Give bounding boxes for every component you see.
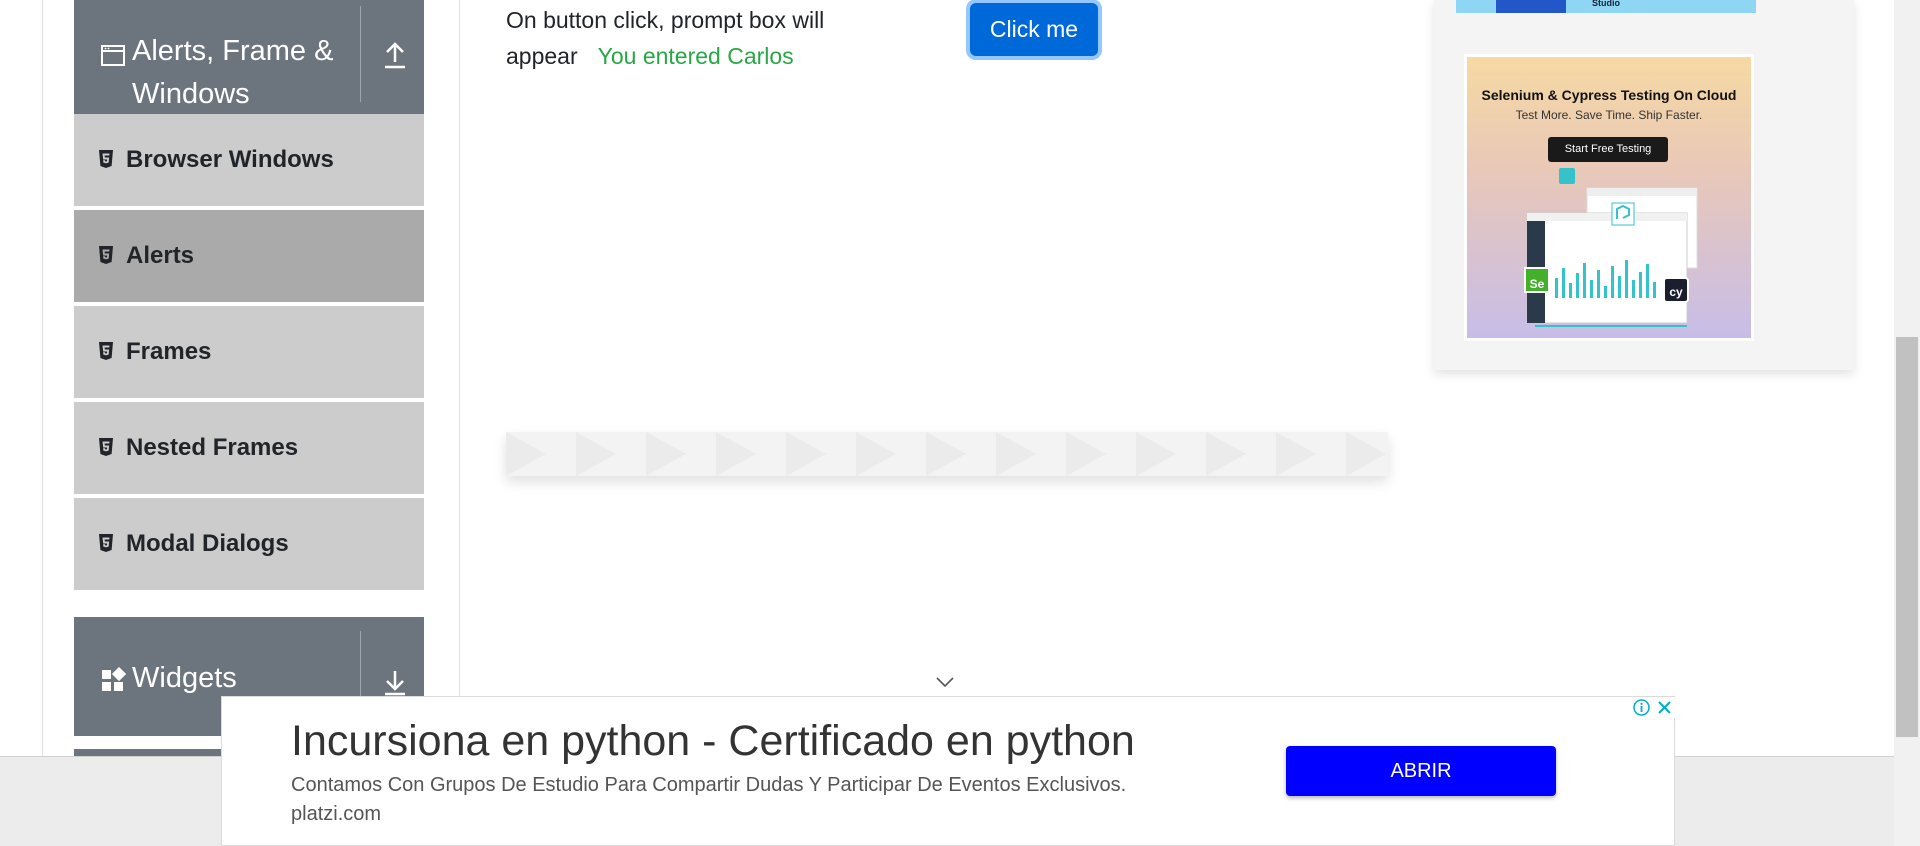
page: Alerts, Frame & Windows Browser Windows … [0, 0, 1920, 846]
right-ad-banner[interactable]: Selenium & Cypress Testing On Cloud Test… [1464, 54, 1754, 341]
ad-cta-button[interactable]: Start Free Testing [1548, 137, 1668, 162]
sidebar-item-nested-frames[interactable]: Nested Frames [74, 402, 424, 496]
cypress-badge-label: cy [1669, 285, 1683, 299]
selenium-badge: Se [1524, 267, 1550, 293]
right-ad-top-banner[interactable]: Studio [1456, 0, 1756, 13]
triangle-pattern [506, 432, 1386, 476]
ad-close-icon[interactable] [1654, 697, 1675, 718]
prompt-description: On button click, prompt box will appear Y… [506, 2, 886, 74]
sidebar-item-label: Frames [126, 338, 212, 365]
sidebar-item-label: Modal Dialogs [126, 530, 289, 557]
sidebar-item-browser-windows[interactable]: Browser Windows [74, 114, 424, 208]
html5-icon [99, 342, 113, 360]
ad-domain[interactable]: platzi.com [291, 803, 381, 826]
sidebar-item-label: Browser Windows [126, 146, 334, 173]
sidebar-item-label: Nested Frames [126, 434, 299, 461]
ad-headline[interactable]: Incursiona en python - Certificado en py… [291, 717, 1135, 766]
prompt-result: You entered Carlos [597, 43, 794, 69]
selenium-badge-label: Se [1529, 277, 1545, 291]
sidebar-item-modal-dialogs[interactable]: Modal Dialogs [74, 498, 424, 592]
ad-info-icon[interactable] [1631, 697, 1652, 718]
header-separator [360, 6, 361, 102]
sidebar-item-label: Alerts [126, 242, 195, 269]
dashboard-illustration [1526, 168, 1698, 327]
ad-open-button[interactable]: ABRIR [1286, 746, 1556, 796]
html5-icon [99, 438, 113, 456]
collapse-arrow-up-icon[interactable] [382, 40, 408, 70]
html5-icon [99, 534, 113, 552]
chevron-down-icon[interactable] [935, 675, 955, 689]
banner-text: Studio [1592, 0, 1620, 8]
group-header-alerts-frame-windows[interactable]: Alerts, Frame & Windows [74, 0, 424, 114]
ad-headline: Selenium & Cypress Testing On Cloud [1481, 87, 1737, 103]
prompt-click-button[interactable]: Click me [970, 3, 1098, 56]
window-icon [101, 45, 125, 66]
sidebar-item-alerts[interactable]: Alerts [74, 210, 424, 304]
html5-icon [99, 150, 113, 168]
content-divider [459, 0, 460, 756]
grid-icon [102, 667, 126, 691]
group-header-title: Widgets [132, 662, 237, 694]
bottom-ad-banner[interactable]: Incursiona en python - Certificado en py… [221, 696, 1675, 846]
cypress-badge: cy [1663, 277, 1689, 303]
left-border [42, 0, 43, 756]
ad-placeholder [506, 432, 1388, 476]
html5-icon [99, 246, 113, 264]
sidebar-item-frames[interactable]: Frames [74, 306, 424, 400]
scrollbar-thumb[interactable] [1896, 337, 1918, 737]
expand-arrow-down-icon[interactable] [382, 667, 408, 697]
ad-subtext: Test More. Save Time. Ship Faster. [1515, 108, 1703, 122]
group-header-title: Alerts, Frame & Windows [132, 35, 334, 110]
ad-description: Contamos Con Grupos De Estudio Para Comp… [291, 774, 1127, 796]
